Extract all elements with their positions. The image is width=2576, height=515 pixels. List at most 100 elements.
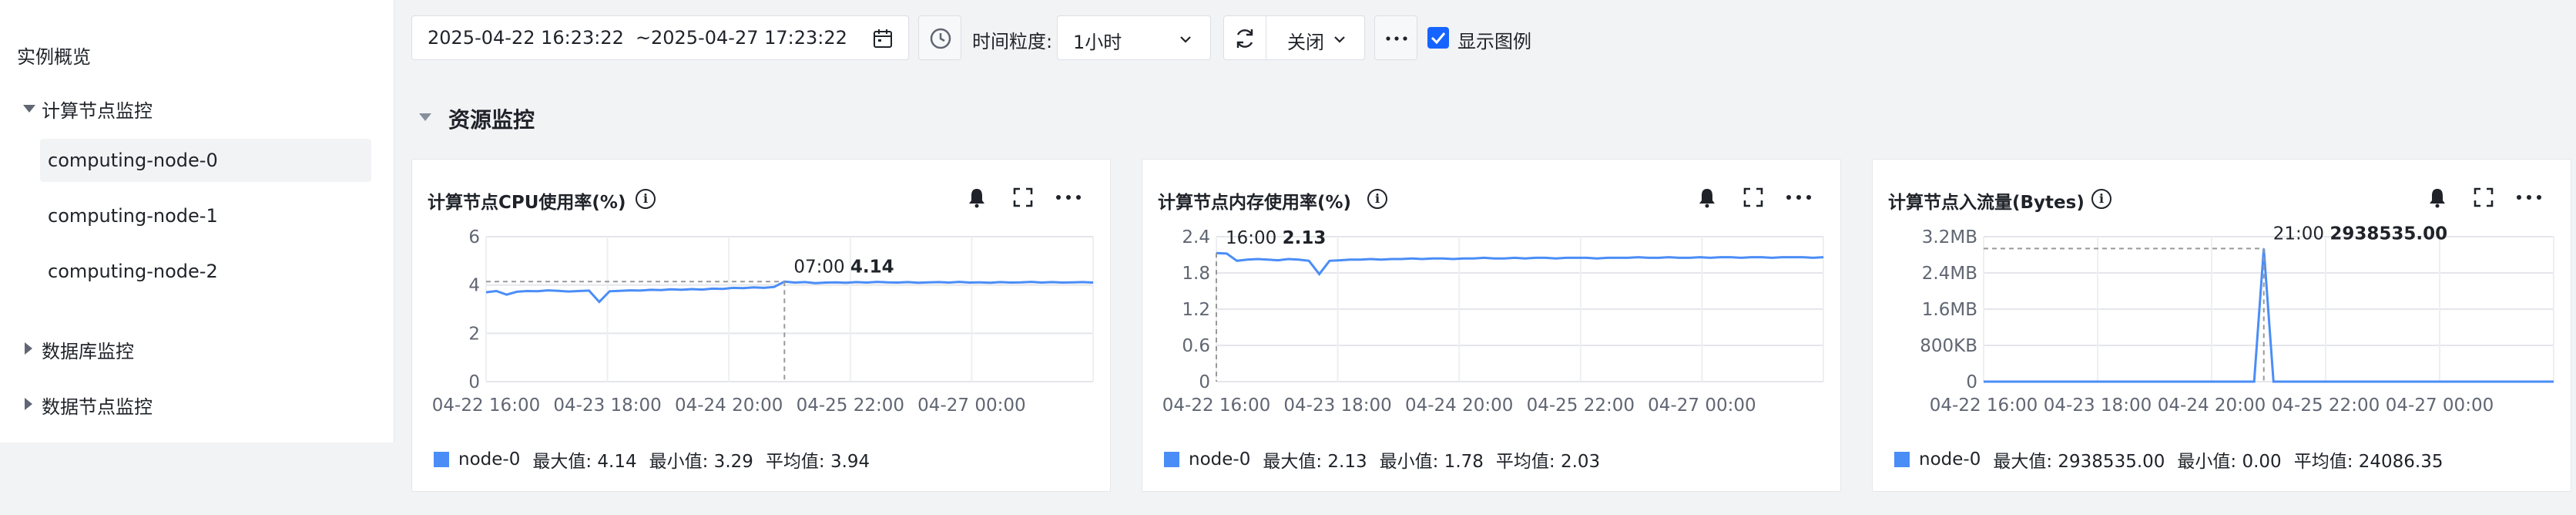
bell-icon[interactable] [965, 186, 988, 209]
chart-legend: node-0 最大值: 2.13 最小值: 1.78 平均值: 2.03 [1164, 446, 1612, 473]
y-tick-label: 4 [468, 276, 480, 296]
tooltip-time: 16:00 [1226, 228, 1283, 248]
y-tick-label: 0 [1966, 372, 1977, 392]
granularity-select[interactable]: 1小时 [1057, 15, 1211, 60]
more-icon [1386, 36, 1407, 41]
more-icon[interactable] [1785, 194, 1813, 201]
sidebar: 实例概览 计算节点监控 computing-node-0 computing-n… [0, 0, 394, 443]
legend-swatch [434, 452, 449, 467]
card-title: 计算节点内存使用率(%) [1158, 193, 1352, 213]
legend-avg: 平均值: 24086.35 [2293, 452, 2444, 472]
chevron-down-icon [1180, 36, 1191, 43]
x-tick-label: 04-24 20:00 [1405, 396, 1513, 416]
legend-max: 最大值: 2938535.00 [1993, 452, 2165, 472]
more-icon[interactable] [2515, 194, 2543, 201]
date-range-picker[interactable]: 2025-04-22 16:23:22 ~ 2025-04-27 17:23:2… [411, 15, 909, 60]
x-tick-label: 04-27 00:00 [1648, 396, 1756, 416]
auto-refresh-select[interactable]: 关闭 [1223, 15, 1365, 60]
y-tick-label: 3.2MB [1922, 227, 1977, 247]
chart-legend: node-0 最大值: 4.14 最小值: 3.29 平均值: 3.94 [434, 446, 882, 473]
legend-series-name: node-0 [1189, 449, 1251, 470]
date-end[interactable]: 2025-04-27 17:23:22 [651, 27, 847, 49]
fullscreen-icon[interactable] [2472, 186, 2495, 209]
bell-icon[interactable] [2426, 186, 2449, 209]
tooltip-label: 16:00 2.13 [1226, 228, 1326, 248]
series-line-node-0 [1984, 248, 2554, 383]
legend-swatch [1894, 452, 1910, 467]
legend-series-name: node-0 [458, 449, 521, 470]
show-legend-checkbox[interactable] [1427, 26, 1450, 49]
chevron-down-icon [1334, 36, 1345, 43]
legend-min: 最小值: 3.29 [649, 452, 753, 472]
y-tick-label: 1.2 [1182, 300, 1210, 320]
clock-icon [930, 28, 951, 49]
y-tick-label: 6 [468, 227, 480, 247]
legend-avg: 平均值: 3.94 [765, 452, 870, 472]
sidebar-item-node-2[interactable]: computing-node-2 [40, 250, 371, 293]
x-tick-label: 04-27 00:00 [917, 396, 1025, 416]
fullscreen-icon[interactable] [1742, 186, 1765, 209]
granularity-value: 1小时 [1073, 32, 1122, 53]
sidebar-group-data-node[interactable]: 数据节点监控 [42, 392, 153, 419]
sidebar-item-node-0[interactable]: computing-node-0 [40, 139, 371, 182]
x-tick-label: 04-24 20:00 [675, 396, 783, 416]
more-button[interactable] [1374, 15, 1417, 60]
x-tick-label: 04-25 22:00 [797, 396, 904, 416]
y-tick-label: 2.4 [1182, 227, 1210, 247]
caret-down-icon[interactable] [23, 105, 35, 113]
tooltip-time: 07:00 [793, 257, 850, 277]
y-tick-label: 0.6 [1182, 336, 1210, 356]
date-start[interactable]: 2025-04-22 16:23:22 [428, 27, 624, 49]
x-tick-label: 04-24 20:00 [2158, 396, 2266, 416]
legend-min: 最小值: 0.00 [2177, 452, 2282, 472]
granularity-label: 时间粒度: [972, 31, 1053, 52]
x-tick-label: 04-22 16:00 [1930, 396, 2038, 416]
bell-icon[interactable] [1696, 186, 1719, 209]
caret-right-icon[interactable] [25, 342, 32, 355]
fullscreen-icon[interactable] [1011, 186, 1035, 209]
calendar-icon[interactable] [871, 27, 894, 50]
legend-avg: 平均值: 2.03 [1495, 452, 1601, 472]
x-tick-label: 04-23 18:00 [2044, 396, 2152, 416]
chart-card-cpu: 计算节点CPU使用率(%) i 0 2 4 6 04-22 16:00 04-23 18:… [411, 159, 1111, 492]
y-tick-label: 1.6MB [1922, 300, 1977, 320]
tooltip-label: 07:00 4.14 [793, 257, 894, 277]
y-tick-label: 2 [468, 324, 480, 344]
chart-cpu[interactable]: 0 2 4 6 04-22 16:00 04-23 18:00 04-24 20:00 04-… [412, 221, 1110, 445]
chart-inbound-traffic[interactable]: 0 800KB 1.6MB 2.4MB 3.2MB 04-22 16:00 04-23 18… [1873, 221, 2571, 445]
legend-max: 最大值: 4.14 [532, 452, 637, 472]
info-icon[interactable]: i [636, 189, 656, 209]
clock-button[interactable] [918, 15, 961, 60]
refresh-value: 关闭 [1287, 32, 1324, 53]
sidebar-group-compute[interactable]: 计算节点监控 [42, 96, 153, 123]
series-line-node-0 [1216, 251, 1824, 277]
x-tick-label: 04-27 00:00 [2386, 396, 2494, 416]
legend-series-name: node-0 [1919, 449, 1981, 470]
chart-card-memory: 计算节点内存使用率(%) i 0 0.6 1.2 1.8 2.4 04-22 16:00 0… [1142, 159, 1841, 492]
refresh-icon[interactable] [1232, 25, 1258, 52]
more-icon[interactable] [1055, 194, 1082, 201]
chart-memory[interactable]: 0 0.6 1.2 1.8 2.4 04-22 16:00 04-23 18:00 04-24… [1142, 221, 1840, 445]
tooltip-value: 2.13 [1283, 228, 1327, 248]
info-icon[interactable]: i [1367, 189, 1387, 209]
info-icon[interactable]: i [2091, 189, 2111, 209]
sidebar-item-node-1[interactable]: computing-node-1 [40, 194, 371, 237]
caret-right-icon[interactable] [25, 398, 32, 410]
x-tick-label: 04-25 22:00 [2272, 396, 2380, 416]
x-tick-label: 04-22 16:00 [1162, 396, 1270, 416]
x-tick-label: 04-23 18:00 [553, 396, 661, 416]
y-tick-label: 0 [1199, 372, 1210, 392]
legend-min: 最小值: 1.78 [1379, 452, 1484, 472]
y-tick-label: 2.4MB [1922, 264, 1977, 284]
show-legend-label[interactable]: 显示图例 [1457, 26, 1531, 53]
x-tick-label: 04-22 16:00 [432, 396, 540, 416]
chart-card-inbound-traffic: 计算节点入流量(Bytes) i 0 800KB 1.6MB 2.4MB 3.2MB 04… [1872, 159, 2571, 492]
caret-down-icon[interactable] [418, 111, 433, 123]
sidebar-group-db[interactable]: 数据库监控 [42, 336, 134, 363]
tooltip-time: 21:00 [2273, 224, 2330, 244]
sidebar-item-overview[interactable]: 实例概览 [17, 42, 91, 69]
y-tick-label: 800KB [1920, 336, 1977, 356]
date-separator: ~ [636, 27, 652, 49]
x-tick-label: 04-23 18:00 [1283, 396, 1391, 416]
y-tick-label: 0 [468, 372, 480, 392]
